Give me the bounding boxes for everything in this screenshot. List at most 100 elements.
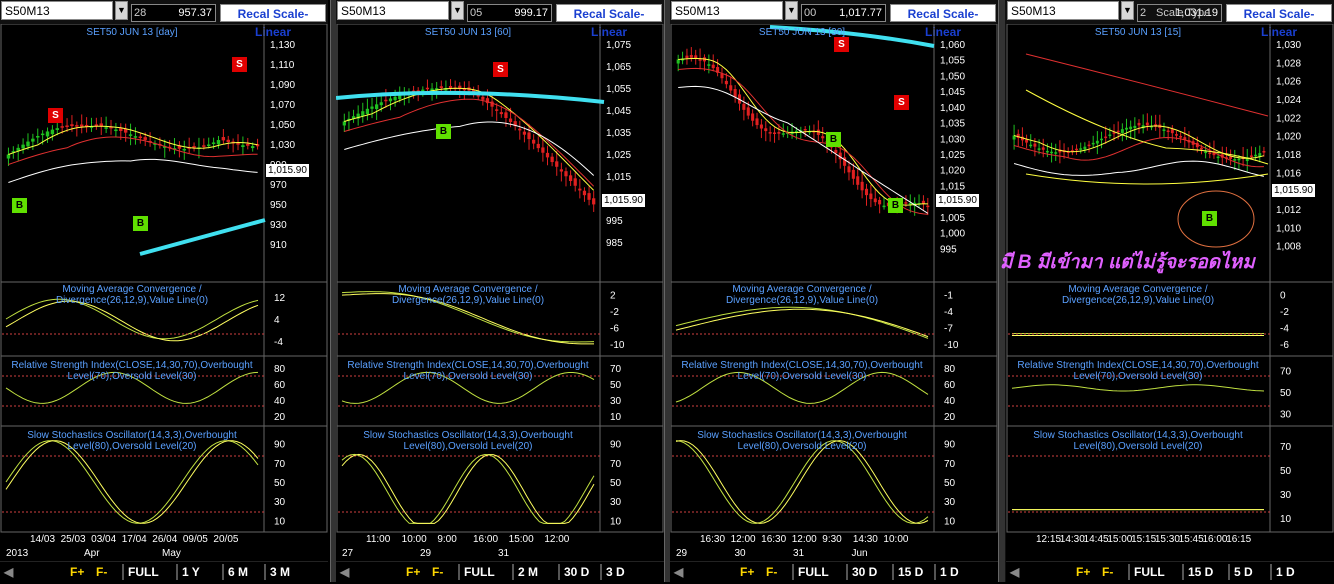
period-button-30d[interactable]: 30 D	[852, 565, 877, 579]
period-button-full[interactable]: FULL	[464, 565, 495, 579]
zoom-in-button[interactable]: F+	[406, 565, 420, 579]
candle-body	[1025, 139, 1029, 143]
price-tick-label: 1,022	[1276, 113, 1301, 124]
candle-body	[1237, 158, 1241, 161]
price-tick-label: 1,050	[940, 71, 965, 82]
period-button-full[interactable]: FULL	[128, 565, 159, 579]
candle-body	[821, 136, 825, 139]
toolbar-separator	[1128, 564, 1130, 580]
scroll-left-icon[interactable]: ◀	[340, 565, 349, 579]
chart-title: SET50 JUN 13 [60]	[424, 27, 512, 38]
scroll-left-icon[interactable]: ◀	[4, 565, 13, 579]
date-axis: 12:15 14:30 14:45 15:00 15:15 15:30 15:45 16:00…	[1006, 532, 1270, 560]
indicator-tick-label: 70	[944, 459, 956, 470]
recal-scale-button[interactable]: Recal Scale-Linear	[556, 4, 662, 39]
zoom-out-button[interactable]: F-	[766, 565, 777, 579]
range-readout: 05 999.17	[467, 4, 552, 22]
period-button-full[interactable]: FULL	[1134, 565, 1165, 579]
stochastic-title: Slow Stochastics Oscillator(14,3,3),Over…	[27, 430, 237, 452]
indicator-tick-label: 10	[944, 516, 956, 527]
candle-body	[1200, 147, 1203, 150]
recal-scale-button[interactable]: Recal Scale-Linear	[1226, 4, 1332, 39]
date-tick-label: 20/05	[213, 534, 239, 545]
period-button-full[interactable]: FULL	[798, 565, 829, 579]
candle-body	[45, 131, 50, 137]
scroll-left-icon[interactable]: ◀	[1010, 565, 1019, 579]
stochastic-k-line	[675, 440, 929, 524]
candle-body	[1262, 151, 1266, 153]
candle-body	[1050, 151, 1054, 154]
date-group-label: 31	[793, 548, 805, 559]
symbol-dropdown-button[interactable]: ▼	[785, 1, 798, 20]
zoom-in-button[interactable]: F+	[1076, 565, 1090, 579]
candle-body	[864, 188, 869, 196]
candle-body	[425, 87, 430, 90]
candle-body	[1045, 150, 1049, 153]
symbol-input[interactable]: S50M13	[1, 1, 113, 20]
recal-scale-button[interactable]: Recal Scale-Linear	[890, 4, 996, 39]
price-tick-label: 1,026	[1276, 77, 1301, 88]
panel-divider[interactable]	[998, 0, 1006, 582]
date-group-label: Jun	[851, 548, 868, 559]
candle-body	[370, 106, 374, 109]
chevron-down-icon: ▼	[787, 5, 796, 15]
period-button-30d[interactable]: 30 D	[564, 565, 589, 579]
candle-body	[508, 118, 513, 123]
candle-body	[495, 109, 499, 111]
toolbar-separator	[1270, 564, 1272, 580]
price-tick-label: 985	[606, 238, 623, 249]
symbol-dropdown-button[interactable]: ▼	[115, 1, 128, 20]
date-tick-label: 16:30	[700, 534, 726, 545]
toolbar-separator	[558, 564, 560, 580]
symbol-dropdown-button[interactable]: ▼	[1121, 1, 1134, 20]
zoom-out-button[interactable]: F-	[432, 565, 443, 579]
zoom-out-button[interactable]: F-	[1102, 565, 1113, 579]
symbol-dropdown-button[interactable]: ▼	[451, 1, 464, 20]
candle-body	[856, 176, 860, 185]
period-button-3m[interactable]: 3 M	[270, 565, 290, 579]
date-tick-label: 12:00	[730, 534, 756, 545]
candle-body	[711, 64, 715, 69]
period-button-1y[interactable]: 1 Y	[182, 565, 200, 579]
price-tick-label: 1,028	[1276, 58, 1301, 69]
period-button-15d[interactable]: 15 D	[898, 565, 923, 579]
candle-body	[40, 133, 45, 136]
zoom-in-button[interactable]: F+	[70, 565, 84, 579]
period-button-1d[interactable]: 1 D	[940, 565, 959, 579]
symbol-input[interactable]: S50M13	[337, 1, 449, 20]
period-button-2m[interactable]: 2 M	[518, 565, 538, 579]
zoom-out-button[interactable]: F-	[96, 565, 107, 579]
recal-scale-button[interactable]: Recal Scale-Linear	[220, 4, 326, 39]
candle-body	[720, 73, 724, 79]
price-tick-label: 995	[940, 244, 957, 255]
zoom-in-button[interactable]: F+	[740, 565, 754, 579]
toolbar-separator	[934, 564, 936, 580]
date-tick-label: 16:30	[761, 534, 787, 545]
candle-body	[541, 147, 545, 153]
period-button-5d[interactable]: 5 D	[1234, 565, 1253, 579]
period-button-1d[interactable]: 1 D	[1276, 565, 1295, 579]
candle-body	[393, 96, 397, 101]
macd-signal-line	[5, 300, 259, 342]
price-tick-label: 1,030	[1276, 40, 1301, 51]
scroll-left-icon[interactable]: ◀	[674, 565, 683, 579]
indicator-tick-label: -10	[610, 340, 625, 351]
period-button-15d[interactable]: 15 D	[1188, 565, 1213, 579]
panel-toolbar: S50M13 ▼ 05 999.17 Recal Scale-Linear	[336, 0, 664, 39]
candle-body	[759, 124, 763, 129]
symbol-input[interactable]: S50M13	[671, 1, 783, 20]
toolbar-separator	[846, 564, 848, 580]
period-button-6m[interactable]: 6 M	[228, 565, 248, 579]
period-button-3d[interactable]: 3 D	[606, 565, 625, 579]
chart-panel: S50M13 ▼ 00 1,017.77 Recal Scale-Linear 1,060…	[670, 0, 998, 582]
price-tick-label: 1,000	[940, 229, 965, 240]
candle-body	[384, 99, 388, 102]
period-toolbar: ◀ F+ F- FULL 30 D 15 D 1 D	[670, 561, 998, 582]
candle-body	[207, 144, 211, 147]
symbol-input[interactable]: S50M13	[1007, 1, 1119, 20]
candle-body	[587, 193, 591, 200]
candle-body	[504, 112, 508, 118]
candle-body	[869, 193, 873, 200]
buy-signal-marker: B	[1202, 211, 1217, 226]
candle-body	[226, 139, 230, 143]
